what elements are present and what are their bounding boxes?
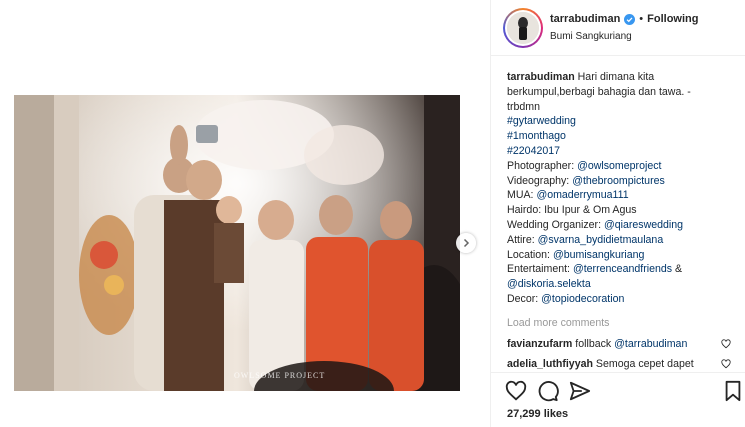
- comment-like-heart-icon[interactable]: [721, 339, 731, 349]
- credit-label: Videography:: [507, 174, 573, 187]
- post-header: tarrabudiman • Following Bumi Sangkurian…: [491, 0, 745, 56]
- post-details-pane: tarrabudiman • Following Bumi Sangkurian…: [490, 0, 745, 427]
- credit-label: Wedding Organizer:: [507, 218, 604, 231]
- mention-link[interactable]: @topiodecoration: [541, 293, 624, 305]
- mention-link[interactable]: @thebroompictures: [572, 175, 665, 187]
- hashtag-link[interactable]: #gytarwedding: [507, 114, 737, 129]
- comment-text: Semoga cepet dapet: [592, 358, 694, 370]
- bookmark-icon[interactable]: [722, 380, 744, 402]
- caption-text: trbdmn: [507, 100, 540, 113]
- post-location[interactable]: Bumi Sangkuriang: [550, 31, 632, 42]
- caption-text: berkumpul,berbagi bahagia dan tawa. -: [507, 85, 691, 98]
- mention-link[interactable]: @owlsomeproject: [577, 160, 661, 172]
- credit-label: Photographer:: [507, 159, 578, 172]
- mention-link[interactable]: @diskoria.selekta: [507, 277, 737, 292]
- hashtag-link[interactable]: #22042017: [507, 144, 737, 159]
- credit-label: Location:: [507, 248, 553, 261]
- avatar[interactable]: [503, 8, 543, 48]
- mention-link[interactable]: @svarna_bydidietmaulana: [538, 234, 664, 246]
- next-photo-button[interactable]: [456, 233, 476, 253]
- verified-badge-icon: [624, 13, 636, 25]
- mention-link[interactable]: @omaderrymua111: [536, 189, 628, 201]
- share-icon[interactable]: [569, 380, 591, 402]
- caption-author[interactable]: tarrabudiman: [507, 71, 575, 83]
- credit-label: Entertaiment:: [507, 263, 573, 276]
- post-photo[interactable]: OWLSOME PROJECT: [14, 95, 460, 391]
- separator-dot: •: [639, 13, 644, 25]
- caption-text: Hari dimana kita: [577, 71, 655, 83]
- photo-illustration: OWLSOME PROJECT: [14, 95, 460, 391]
- mention-link[interactable]: @qiareswedding: [604, 219, 683, 231]
- credit-label: Decor:: [507, 292, 542, 305]
- load-more-comments-button[interactable]: Load more comments: [507, 317, 609, 329]
- credit-label: Attire:: [507, 233, 538, 246]
- photo-watermark: OWLSOME PROJECT: [234, 371, 325, 380]
- hashtag-link[interactable]: #1monthago: [507, 129, 737, 144]
- comment-username[interactable]: adelia_luthfiyyah: [507, 358, 593, 370]
- comment-item: adelia_luthfiyyah Semoga cepet dapet: [507, 358, 727, 370]
- comment-bubble-icon[interactable]: [537, 380, 559, 402]
- comment-username[interactable]: favianzufarm: [507, 338, 572, 350]
- mention-link[interactable]: @terrenceandfriends: [573, 263, 672, 275]
- credit-label: MUA:: [507, 189, 537, 202]
- mention-link[interactable]: @bumisangkuriang: [553, 249, 644, 261]
- chevron-right-icon: [463, 238, 470, 248]
- comment-like-heart-icon[interactable]: [721, 359, 731, 369]
- credit-text: Hairdo: Ibu Ipur & Om Agus: [507, 204, 637, 217]
- mention-link[interactable]: @tarrabudiman: [614, 338, 687, 350]
- following-button[interactable]: Following: [647, 13, 698, 25]
- credit-text: &: [672, 263, 683, 276]
- actions-divider: [491, 372, 745, 373]
- likes-count[interactable]: 27,299 likes: [507, 408, 568, 420]
- heart-icon[interactable]: [505, 380, 527, 402]
- post-media-pane: OWLSOME PROJECT: [0, 0, 490, 427]
- post-username[interactable]: tarrabudiman: [550, 13, 620, 25]
- comment-item: favianzufarm follback @tarrabudiman: [507, 338, 739, 350]
- post-caption: tarrabudiman Hari dimana kita berkumpul,…: [507, 70, 737, 307]
- comment-text: follback: [572, 338, 615, 350]
